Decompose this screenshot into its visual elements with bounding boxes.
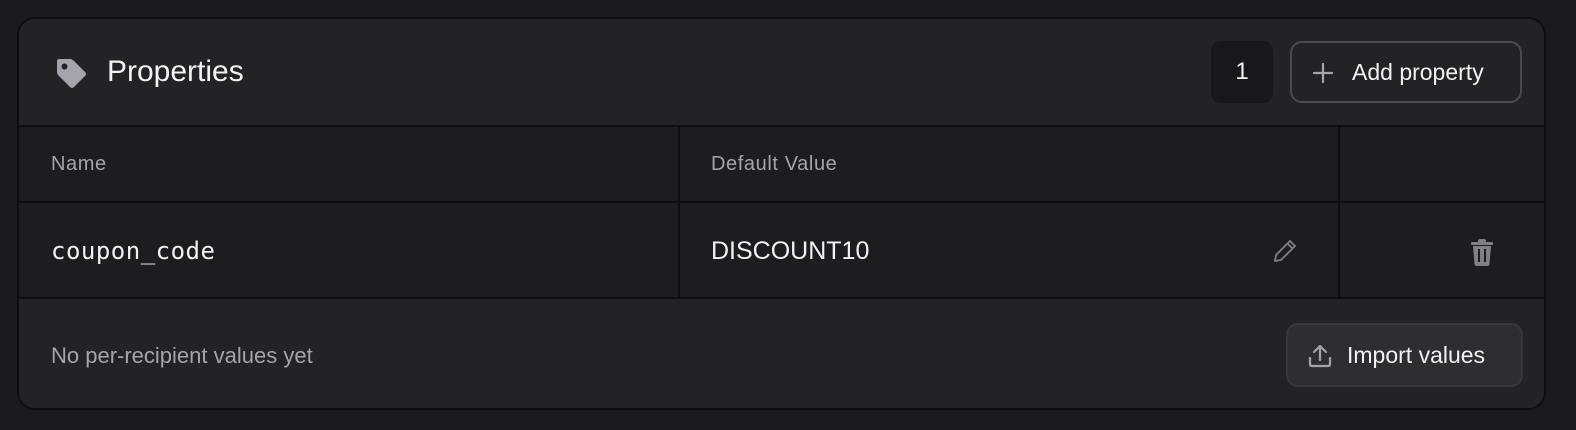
import-values-label: Import values [1347,342,1486,368]
property-count-badge: 1 [1211,41,1273,103]
page-title: Properties [107,55,244,88]
column-header-default-value: Default Value [711,153,838,175]
property-default-value-cell[interactable]: DISCOUNT10 [711,203,869,299]
add-property-button[interactable]: Add property [1290,41,1522,103]
pencil-icon[interactable] [1271,237,1299,265]
properties-footer: No per-recipient values yet Import value… [19,299,1544,408]
properties-table: Name Default Value coupon_code DISCOUNT1… [19,125,1544,299]
empty-state-text: No per-recipient values yet [51,343,313,368]
column-header-name: Name [51,153,107,175]
plus-icon [1312,62,1334,84]
column-divider [1338,127,1340,297]
upload-icon [1308,344,1332,368]
import-values-button[interactable]: Import values [1286,323,1523,387]
column-divider [678,127,680,297]
properties-header: Properties 1 Add property [19,19,1544,125]
properties-card: Properties 1 Add property Name Default V… [17,17,1546,410]
tag-icon [57,59,86,88]
trash-icon[interactable] [1469,237,1495,267]
property-name-cell[interactable]: coupon_code [51,203,215,299]
add-property-label: Add property [1352,59,1484,85]
